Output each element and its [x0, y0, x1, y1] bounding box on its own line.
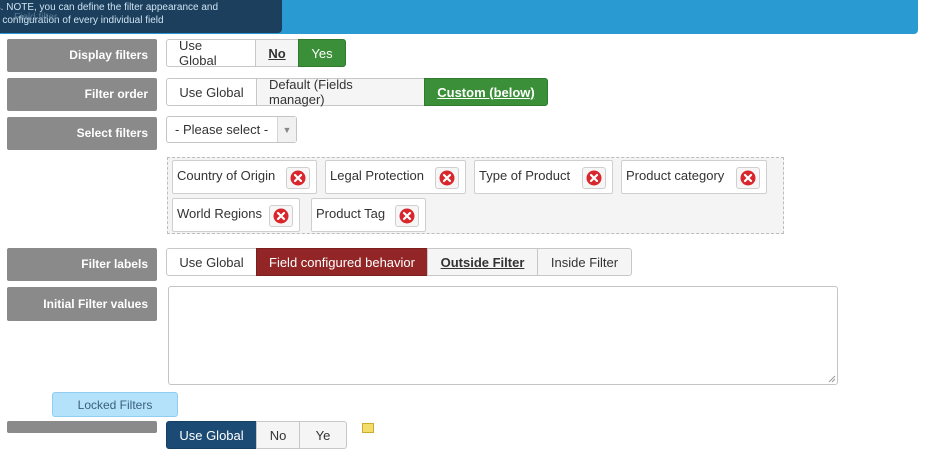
- filter-labels-label: Filter labels: [7, 248, 157, 281]
- display-filters-use-global[interactable]: Use Global: [166, 38, 256, 68]
- filter-tag-label: World Regions: [177, 206, 263, 221]
- remove-icon[interactable]: [395, 205, 419, 227]
- filter-tag-label: Legal Protection: [330, 168, 424, 183]
- tooltip-ghost-text: Field filter: [14, 12, 58, 23]
- filter-tag-label: Product category: [626, 168, 725, 183]
- filter-tag: Country of Origin: [172, 160, 317, 194]
- remove-icon[interactable]: [435, 167, 459, 189]
- initial-filter-values-textarea[interactable]: [168, 286, 838, 385]
- bottom-option-group: Use Global No Ye: [166, 421, 347, 449]
- filter-labels-use-global[interactable]: Use Global: [166, 248, 257, 276]
- remove-icon[interactable]: [736, 167, 760, 189]
- select-filters-label: Select filters: [7, 117, 157, 150]
- select-filters-placeholder: - Please select -: [175, 122, 269, 137]
- initial-filter-values-label: Initial Filter values: [7, 287, 157, 321]
- filter-tag: Legal Protection: [325, 160, 466, 194]
- filter-tag-label: Product Tag: [316, 206, 386, 221]
- filter-tag-label: Type of Product: [479, 168, 571, 183]
- bottom-no[interactable]: No: [256, 421, 300, 449]
- select-filters-dropdown[interactable]: - Please select - ▼: [166, 116, 297, 143]
- filter-labels-outside[interactable]: Outside Filter: [427, 248, 538, 276]
- display-filters-group: Use Global No Yes: [166, 38, 346, 68]
- filter-tag: Product Tag: [311, 198, 426, 232]
- display-filters-yes[interactable]: Yes: [298, 39, 346, 67]
- filter-order-default[interactable]: Default (Fields manager): [256, 77, 425, 107]
- filter-order-label: Filter order: [7, 78, 157, 111]
- remove-icon[interactable]: [269, 205, 293, 227]
- filter-tag: Product category: [621, 160, 767, 194]
- filter-order-use-global[interactable]: Use Global: [166, 78, 257, 106]
- chevron-down-icon[interactable]: ▼: [277, 117, 296, 142]
- filter-labels-group: Use Global Field configured behavior Out…: [166, 248, 632, 276]
- remove-icon[interactable]: [582, 167, 606, 189]
- display-filters-label: Display filters: [7, 39, 157, 72]
- filter-order-custom[interactable]: Custom (below): [424, 78, 548, 106]
- next-row-label: [7, 421, 157, 433]
- remove-icon[interactable]: [286, 167, 310, 189]
- locked-filters-tab[interactable]: Locked Filters: [52, 392, 178, 417]
- display-filters-no[interactable]: No: [255, 39, 299, 67]
- bottom-use-global[interactable]: Use Global: [166, 421, 257, 449]
- filter-tag: Type of Product: [474, 160, 613, 194]
- tooltip: Field filter ters. NOTE, you can define …: [0, 0, 282, 33]
- filter-tag: World Regions: [172, 198, 300, 232]
- filter-labels-inside[interactable]: Inside Filter: [537, 248, 632, 276]
- bottom-yes[interactable]: Ye: [299, 421, 347, 449]
- resize-grip-icon[interactable]: [828, 375, 836, 383]
- note-icon[interactable]: [362, 423, 374, 433]
- selected-filters-area: Country of Origin Legal Protection Type …: [167, 157, 784, 234]
- filter-labels-field-configured[interactable]: Field configured behavior: [256, 248, 428, 276]
- filter-order-group: Use Global Default (Fields manager) Cust…: [166, 77, 548, 107]
- filter-tag-label: Country of Origin: [177, 168, 276, 183]
